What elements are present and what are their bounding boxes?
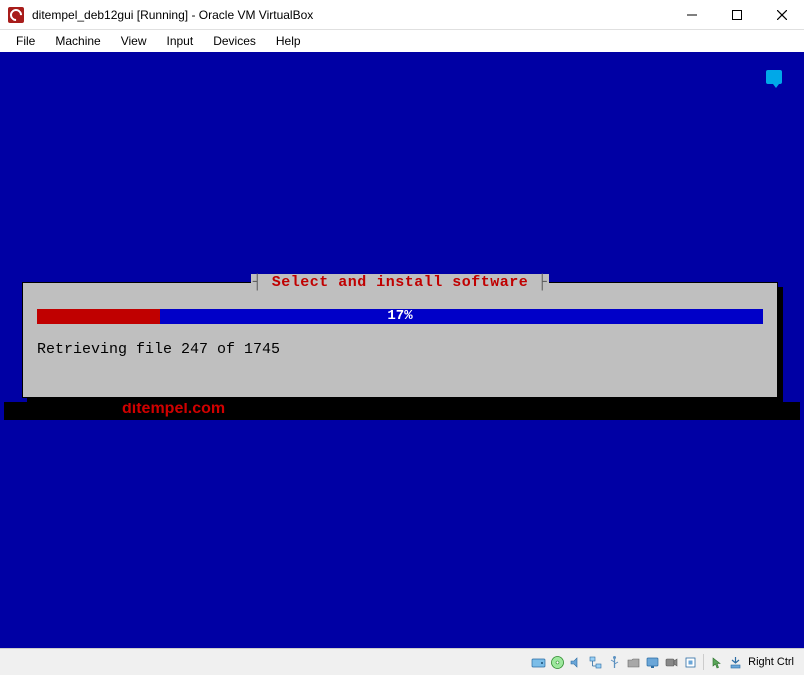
maximize-button[interactable]	[714, 0, 759, 29]
shared-folder-icon[interactable]	[625, 654, 642, 671]
menu-help[interactable]: Help	[266, 32, 311, 50]
vm-display-area[interactable]: ditempel.com ┤ Select and install softwa…	[0, 52, 804, 648]
maximize-icon	[732, 10, 742, 20]
menu-bar: File Machine View Input Devices Help	[0, 30, 804, 52]
vm-status-bar: Right Ctrl	[0, 648, 804, 675]
window-titlebar: ditempel_deb12gui [Running] - Oracle VM …	[0, 0, 804, 30]
keyboard-capture-icon[interactable]	[727, 654, 744, 671]
installer-status-text: Retrieving file 247 of 1745	[37, 341, 280, 358]
installer-title-text: Select and install software	[272, 274, 529, 291]
menu-file[interactable]: File	[6, 32, 45, 50]
minimize-button[interactable]	[669, 0, 714, 29]
display-icon[interactable]	[644, 654, 661, 671]
harddisk-icon[interactable]	[530, 654, 547, 671]
menu-devices[interactable]: Devices	[203, 32, 266, 50]
installer-title: ┤ Select and install software ├	[253, 274, 548, 291]
menu-view[interactable]: View	[111, 32, 157, 50]
close-button[interactable]	[759, 0, 804, 29]
minimize-icon	[687, 10, 697, 20]
menu-input[interactable]: Input	[157, 32, 204, 50]
notification-icon[interactable]	[766, 70, 782, 84]
cpu-activity-icon[interactable]	[682, 654, 699, 671]
close-icon	[777, 10, 787, 20]
installer-dialog: ┤ Select and install software ├ 17% Retr…	[22, 282, 778, 398]
status-separator	[703, 654, 704, 670]
audio-icon[interactable]	[568, 654, 585, 671]
network-icon[interactable]	[587, 654, 604, 671]
menu-machine[interactable]: Machine	[45, 32, 110, 50]
usb-icon[interactable]	[606, 654, 623, 671]
window-controls	[669, 0, 804, 29]
progress-percent-label: 17%	[23, 308, 777, 324]
watermark-text: ditempel.com	[122, 400, 225, 418]
mouse-integration-icon[interactable]	[708, 654, 725, 671]
window-title: ditempel_deb12gui [Running] - Oracle VM …	[30, 8, 669, 22]
optical-disc-icon[interactable]	[549, 654, 566, 671]
recording-icon[interactable]	[663, 654, 680, 671]
host-key-indicator[interactable]: Right Ctrl	[746, 656, 800, 668]
virtualbox-app-icon	[8, 7, 24, 23]
